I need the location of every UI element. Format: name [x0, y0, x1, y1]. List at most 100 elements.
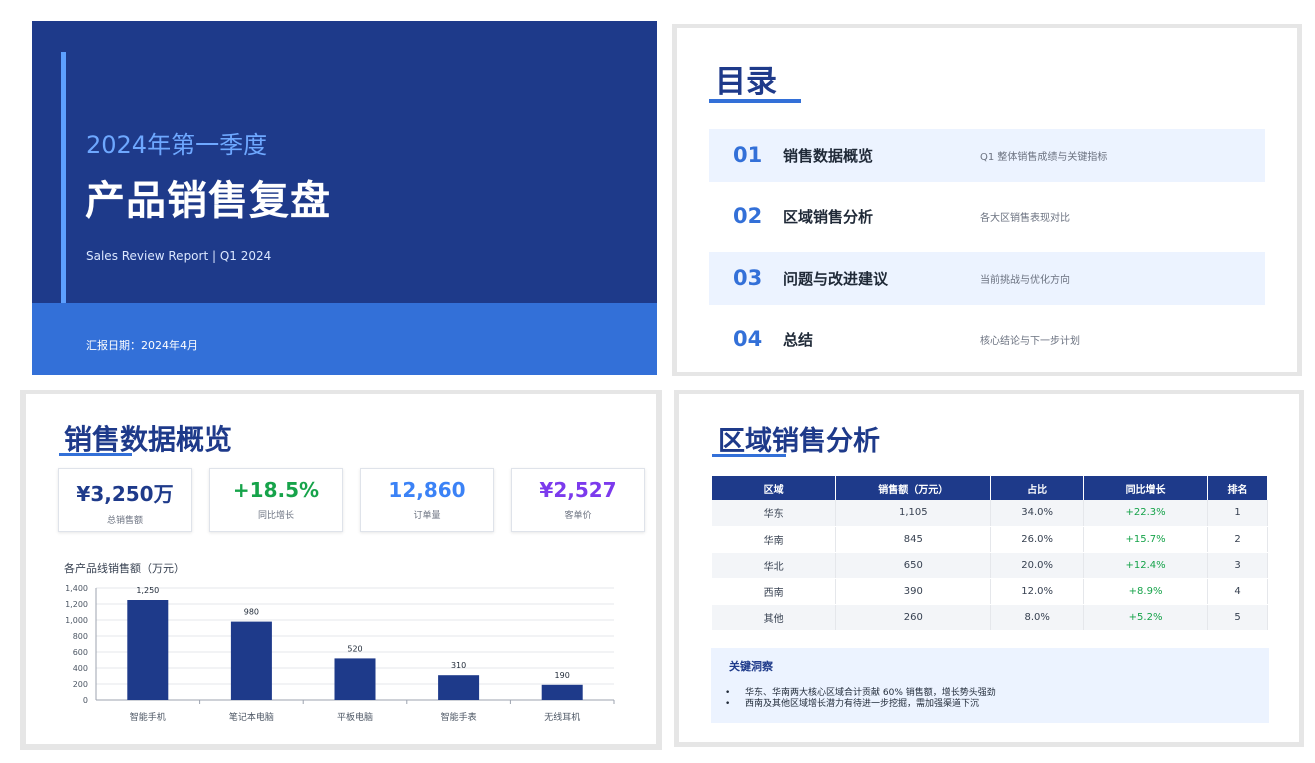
- table-row: 其他 260 8.0% +5.2% 5: [712, 604, 1268, 631]
- data-label: 190: [555, 671, 570, 680]
- table-cell: 4: [1207, 578, 1268, 605]
- table-cell: 1: [1207, 500, 1268, 527]
- table-cell: +22.3%: [1083, 500, 1209, 527]
- table-row: 华北 650 20.0% +12.4% 3: [712, 552, 1268, 579]
- y-tick-label: 0: [83, 696, 88, 705]
- agenda-item[interactable]: 01 销售数据概览 Q1 整体销售成绩与关键指标: [709, 129, 1265, 182]
- column-header: 占比: [990, 476, 1085, 500]
- agenda-item-name: 问题与改进建议: [783, 270, 889, 288]
- table-cell: +5.2%: [1083, 604, 1209, 631]
- x-tick-label: 笔记本电脑: [229, 711, 274, 723]
- column-header: 同比增长: [1083, 476, 1209, 500]
- bar: [230, 621, 272, 700]
- agenda-item-number: 03: [733, 266, 763, 290]
- key-insights-box: 关键洞察 • 华东、华南两大核心区域合计贡献 60% 销售额，增长势头强劲 • 西南…: [711, 648, 1269, 723]
- agenda-item-desc: 各大区销售表现对比: [980, 213, 1070, 224]
- kpi-value: ¥2,527: [539, 478, 617, 502]
- table-cell: 华东: [712, 500, 837, 527]
- kpi-card: 12,860 订单量: [360, 468, 494, 532]
- insights-title: 关键洞察: [729, 660, 773, 673]
- region-table: 区域 销售额（万元） 占比 同比增长 排名 华东 1,105 34.0% +22…: [712, 476, 1268, 631]
- table-cell: 845: [835, 526, 992, 553]
- data-label: 520: [347, 644, 362, 653]
- data-label: 980: [244, 608, 259, 617]
- agenda-item-name: 总结: [783, 331, 814, 349]
- table-cell: 390: [835, 578, 992, 605]
- kpi-value: ¥3,250万: [76, 482, 174, 506]
- y-tick-label: 1,400: [65, 584, 88, 593]
- y-tick-label: 200: [73, 680, 88, 689]
- kpi-value: +18.5%: [232, 478, 320, 502]
- overview-slide[interactable]: 销售数据概览 ¥3,250万 总销售额 +18.5% 同比增长 12,860 订…: [20, 390, 662, 750]
- region-title: 区域销售分析: [718, 426, 880, 457]
- table-cell: +15.7%: [1083, 526, 1209, 553]
- region-slide[interactable]: 区域销售分析 区域 销售额（万元） 占比 同比增长 排名 华东 1,105 34…: [674, 390, 1304, 747]
- insight-item: • 西南及其他区域增长潜力有待进一步挖掘，需加强渠道下沉: [725, 699, 980, 709]
- agenda-item-desc: 核心结论与下一步计划: [980, 336, 1080, 347]
- y-tick-label: 1,200: [65, 600, 88, 609]
- table-row: 华东 1,105 34.0% +22.3% 1: [712, 500, 1268, 527]
- table-cell: 2: [1207, 526, 1268, 553]
- title-underline: [59, 453, 132, 456]
- table-cell: +8.9%: [1083, 578, 1209, 605]
- title-underline: [712, 454, 786, 457]
- cover-subtitle: 2024年第一季度: [86, 131, 268, 159]
- insight-item: • 华东、华南两大核心区域合计贡献 60% 销售额，增长势头强劲: [725, 688, 996, 698]
- x-tick-label: 智能手机: [130, 711, 166, 723]
- column-header: 区域: [712, 476, 837, 500]
- agenda-slide-body: 目录 01 销售数据概览 Q1 整体销售成绩与关键指标 02 区域销售分析 各大…: [677, 28, 1297, 372]
- kpi-value: 12,860: [388, 478, 466, 502]
- table-cell: 华南: [712, 526, 837, 553]
- y-tick-label: 600: [73, 648, 88, 657]
- cover-slide[interactable]: 2024年第一季度 产品销售复盘 Sales Review Report | Q…: [32, 21, 657, 375]
- agenda-item-number: 04: [733, 327, 763, 351]
- overview-slide-body: 销售数据概览 ¥3,250万 总销售额 +18.5% 同比增长 12,860 订…: [26, 394, 656, 744]
- cover-subtitle-en: Sales Review Report | Q1 2024: [86, 249, 272, 263]
- report-date: 汇报日期：2024年4月: [86, 339, 198, 352]
- agenda-item[interactable]: 02 区域销售分析 各大区销售表现对比: [709, 190, 1265, 243]
- agenda-item-desc: 当前挑战与优化方向: [980, 275, 1070, 286]
- kpi-card: +18.5% 同比增长: [209, 468, 343, 532]
- table-row: 西南 390 12.0% +8.9% 4: [712, 578, 1268, 605]
- bar: [127, 600, 169, 700]
- table-cell: 260: [835, 604, 992, 631]
- table-cell: 5: [1207, 604, 1268, 631]
- agenda-item[interactable]: 03 问题与改进建议 当前挑战与优化方向: [709, 252, 1265, 305]
- agenda-item-name: 销售数据概览: [783, 147, 874, 165]
- product-sales-bar-chart: 0 200 400 600 800 1,000 1,200 1,400 1,250 智能手机 980…: [65, 584, 615, 723]
- table-cell: 20.0%: [990, 552, 1085, 579]
- column-header: 销售额（万元）: [835, 476, 992, 500]
- bar: [541, 684, 583, 700]
- x-tick-label: 智能手表: [441, 711, 477, 723]
- bar: [438, 675, 480, 700]
- title-underline: [709, 99, 801, 103]
- kpi-card: ¥3,250万 总销售额: [58, 468, 192, 532]
- agenda-item-number: 01: [733, 143, 763, 167]
- table-cell: 华北: [712, 552, 837, 579]
- agenda-item[interactable]: 04 总结 核心结论与下一步计划: [709, 313, 1265, 366]
- data-label: 1,250: [136, 586, 159, 595]
- cover-title: 产品销售复盘: [85, 178, 331, 224]
- insight-text: 华东、华南两大核心区域合计贡献 60% 销售额，增长势头强劲: [745, 688, 996, 698]
- table-cell: 26.0%: [990, 526, 1085, 553]
- y-tick-label: 800: [73, 632, 88, 641]
- region-slide-body: 区域销售分析 区域 销售额（万元） 占比 同比增长 排名 华东 1,105 34…: [679, 394, 1299, 742]
- cover-footer-band: 汇报日期：2024年4月: [32, 303, 657, 375]
- data-label: 310: [451, 661, 466, 670]
- y-tick-label: 400: [73, 664, 88, 673]
- agenda-slide[interactable]: 目录 01 销售数据概览 Q1 整体销售成绩与关键指标 02 区域销售分析 各大…: [672, 24, 1302, 376]
- table-cell: 12.0%: [990, 578, 1085, 605]
- table-header-row: 区域 销售额（万元） 占比 同比增长 排名: [712, 476, 1268, 500]
- kpi-label: 同比增长: [257, 511, 294, 521]
- table-cell: 其他: [712, 604, 837, 631]
- agenda-title: 目录: [715, 64, 777, 100]
- table-row: 华南 845 26.0% +15.7% 2: [712, 526, 1268, 553]
- insight-text: 西南及其他区域增长潜力有待进一步挖掘，需加强渠道下沉: [745, 699, 980, 709]
- kpi-card: ¥2,527 客单价: [511, 468, 645, 532]
- agenda-item-desc: Q1 整体销售成绩与关键指标: [980, 152, 1108, 163]
- kpi-label: 客单价: [564, 511, 592, 521]
- kpi-label: 订单量: [413, 511, 441, 521]
- x-tick-label: 平板电脑: [337, 711, 373, 723]
- y-tick-label: 1,000: [65, 616, 88, 625]
- agenda-item-name: 区域销售分析: [783, 208, 874, 226]
